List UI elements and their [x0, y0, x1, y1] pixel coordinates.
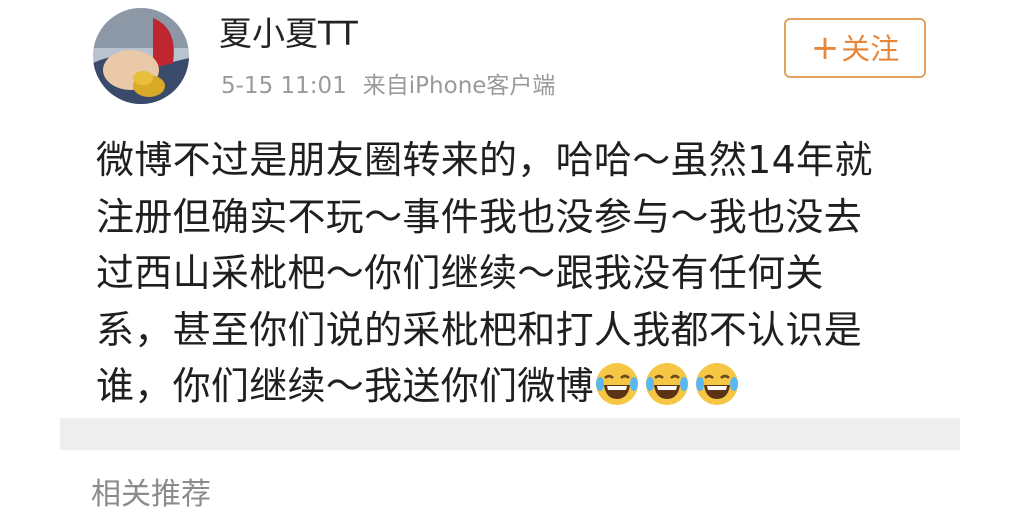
author-avatar[interactable]	[93, 8, 189, 104]
laughing-crying-emoji-icon	[594, 361, 640, 407]
follow-button-label: 关注	[841, 32, 900, 66]
related-section-title: 相关推荐	[91, 477, 211, 512]
post-meta: 5-15 11:01 来自iPhone客户端	[221, 71, 555, 101]
post-timestamp: 5-15 11:01	[221, 73, 347, 99]
post-content-line: 谁，你们继续～我送你们微博	[96, 364, 594, 408]
plus-icon: +	[810, 28, 840, 68]
post-source[interactable]: 来自iPhone客户端	[363, 73, 556, 99]
post-content: 微博不过是朋友圈转来的，哈哈～虽然14年就 注册但确实不玩～事件我也没参与～我也…	[96, 132, 926, 415]
post-content-line: 系，甚至你们说的采枇杷和打人我都不认识是	[96, 307, 863, 352]
laughing-crying-emoji-icon	[644, 361, 690, 407]
avatar-image	[93, 8, 189, 104]
post-content-line: 过西山采枇杷～你们继续～跟我没有任何关	[96, 251, 824, 295]
follow-button[interactable]: +关注	[784, 18, 926, 78]
post-content-line: 微博不过是朋友圈转来的，哈哈～虽然14年就	[96, 138, 873, 182]
section-divider	[60, 418, 960, 450]
laughing-crying-emoji-icon	[694, 361, 740, 407]
post-content-line: 注册但确实不玩～事件我也没参与～我也没去	[96, 194, 863, 239]
weibo-post: 夏小夏TT 5-15 11:01 来自iPhone客户端 +关注 微博不过是朋友圈…	[0, 0, 1012, 418]
author-name[interactable]: 夏小夏TT	[219, 14, 358, 54]
